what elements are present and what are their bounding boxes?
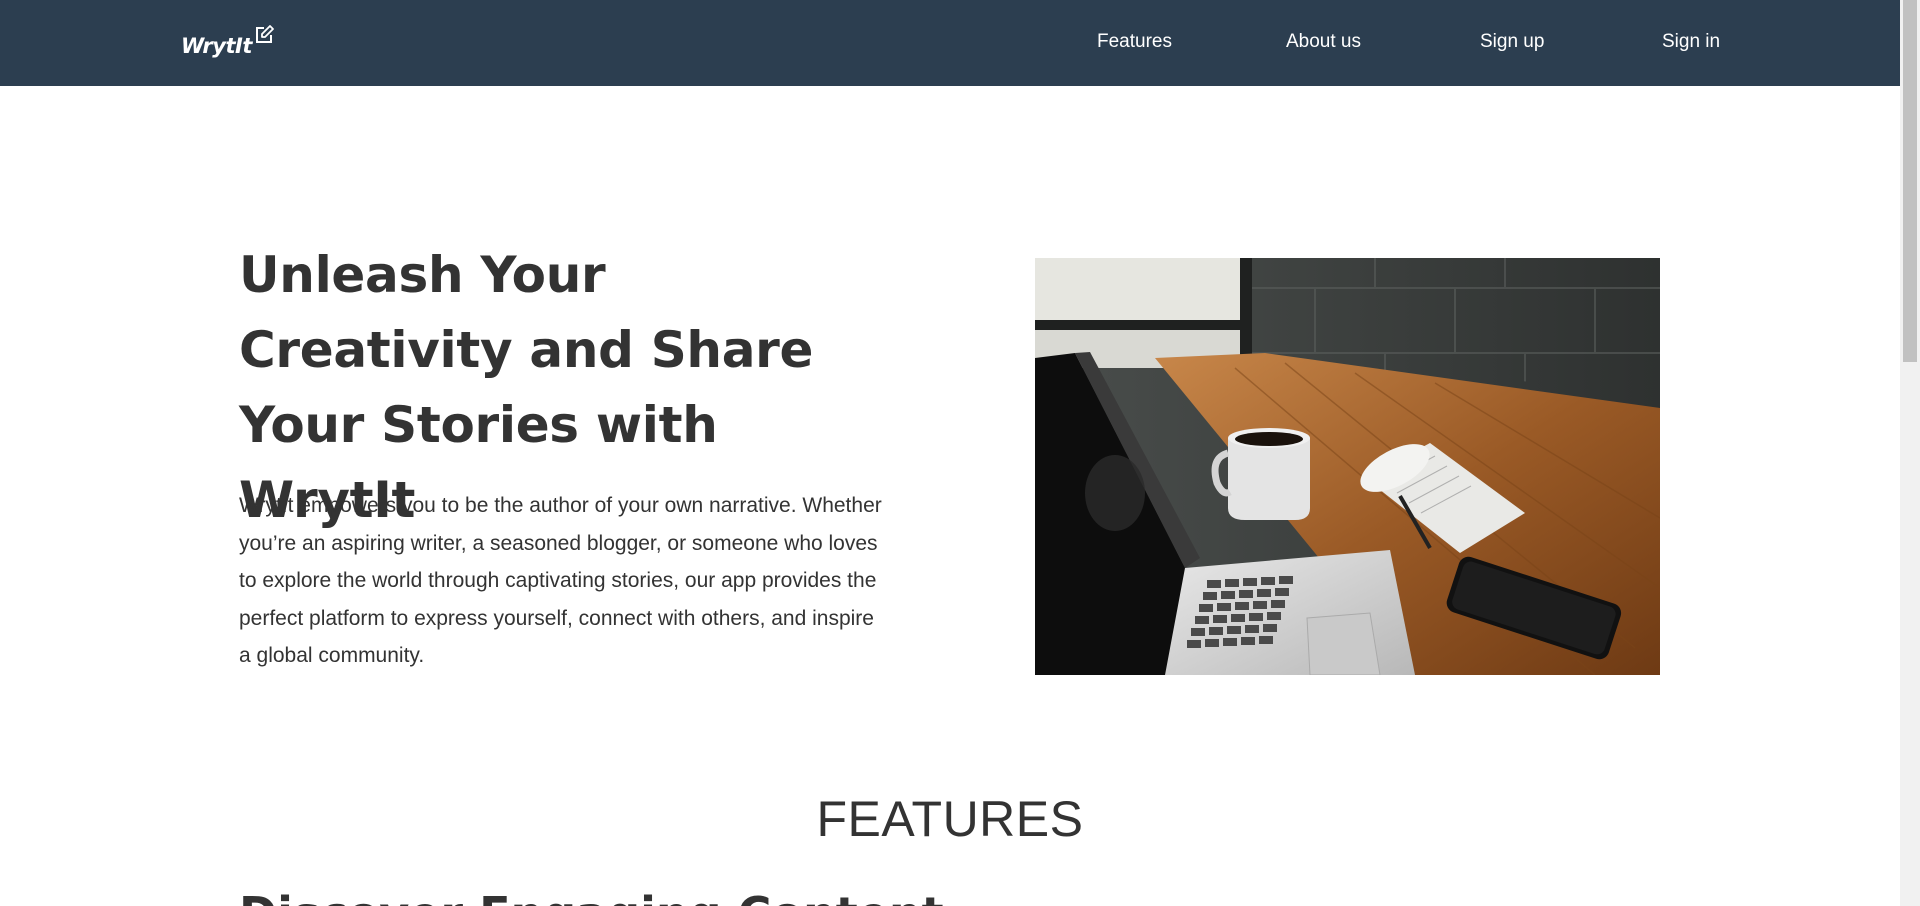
navbar: WrytIt Features About us Sign up Sign in (0, 0, 1900, 86)
features-heading: FEATURES (816, 791, 1084, 847)
nav-link-features[interactable]: Features (1097, 31, 1172, 53)
edit-icon (253, 24, 275, 46)
page: WrytIt Features About us Sign up Sign in… (0, 0, 1900, 906)
hero-description: WrytIt empowers you to be the author of … (239, 494, 882, 667)
nav-link-sign-up[interactable]: Sign up (1480, 31, 1544, 53)
scrollbar-thumb[interactable] (1903, 0, 1917, 362)
hero-image (1035, 258, 1660, 675)
logo-text: WrytIt (181, 34, 252, 58)
logo-link[interactable]: WrytIt (181, 22, 275, 58)
nav-link-about-us[interactable]: About us (1286, 31, 1361, 53)
nav-link-sign-in[interactable]: Sign in (1662, 31, 1720, 53)
vertical-scrollbar[interactable] (1900, 0, 1920, 906)
feature-title: Discover Engaging Content (239, 887, 944, 906)
